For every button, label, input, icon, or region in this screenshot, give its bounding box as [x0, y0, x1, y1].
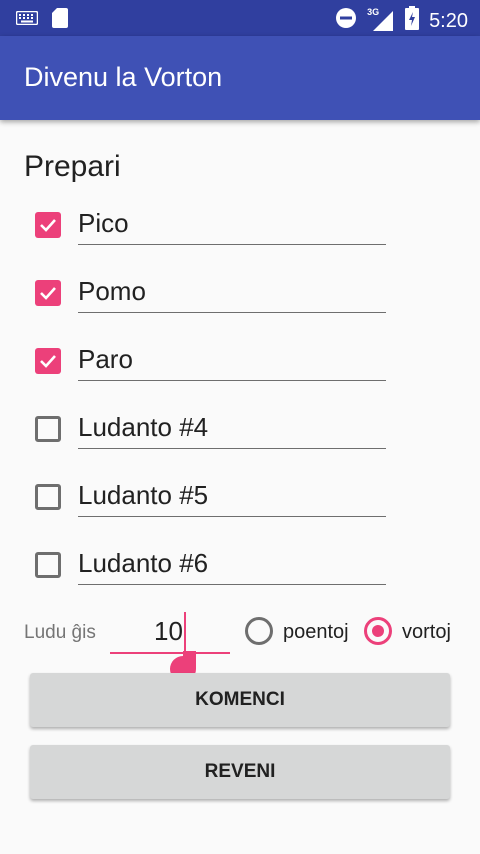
- words-radio[interactable]: [364, 617, 392, 645]
- player-name-text: Pomo: [78, 276, 146, 306]
- checkbox-checked[interactable]: [35, 348, 61, 374]
- player-row: Paro: [0, 332, 480, 400]
- player-name-input[interactable]: Paro: [78, 340, 386, 381]
- signal-icon: 3G: [367, 7, 395, 33]
- app-bar: Divenu la Vorton: [0, 36, 480, 120]
- player-row: Pomo: [0, 264, 480, 332]
- player-row: Pico: [0, 196, 480, 264]
- words-radio-label[interactable]: vortoj: [402, 621, 451, 644]
- sd-card-icon: [52, 8, 68, 33]
- keyboard-icon: [15, 10, 39, 30]
- player-name-text: Ludanto #4: [78, 412, 209, 442]
- checkbox-unchecked[interactable]: [35, 416, 61, 442]
- target-count-input[interactable]: 10: [110, 612, 230, 654]
- player-name-input[interactable]: Ludanto #6: [78, 544, 386, 585]
- checkbox-checked[interactable]: [35, 280, 61, 306]
- player-name-input[interactable]: Ludanto #4: [78, 408, 386, 449]
- player-row: Ludanto #5: [0, 468, 480, 536]
- play-until-label: Ludu ĝis: [24, 622, 96, 643]
- player-row: Ludanto #6: [0, 536, 480, 604]
- player-name-text: Ludanto #5: [78, 480, 209, 510]
- text-cursor: [184, 612, 186, 652]
- radio-selected-dot: [372, 625, 384, 637]
- target-count-value: 10: [154, 616, 183, 646]
- player-name-input[interactable]: Ludanto #5: [78, 476, 386, 517]
- app-title: Divenu la Vorton: [24, 62, 223, 92]
- checkbox-checked[interactable]: [35, 212, 61, 238]
- player-name-text: Pico: [78, 208, 129, 238]
- do-not-disturb-icon: [335, 7, 357, 34]
- player-name-input[interactable]: Pomo: [78, 272, 386, 313]
- points-radio-label[interactable]: poentoj: [283, 621, 349, 644]
- players-heading: Prepari: [24, 150, 121, 183]
- clock: 5:20: [429, 9, 468, 32]
- status-bar: 3G 5:20: [0, 0, 480, 36]
- player-row: Ludanto #4: [0, 400, 480, 468]
- player-name-text: Ludanto #6: [78, 548, 209, 578]
- checkbox-unchecked[interactable]: [35, 484, 61, 510]
- player-name-input[interactable]: Pico: [78, 204, 386, 245]
- back-button[interactable]: REVENI: [30, 745, 450, 799]
- battery-icon: [405, 6, 420, 35]
- player-name-text: Paro: [78, 344, 133, 374]
- points-radio[interactable]: [245, 617, 273, 645]
- start-button[interactable]: KOMENCI: [30, 673, 450, 727]
- checkbox-unchecked[interactable]: [35, 552, 61, 578]
